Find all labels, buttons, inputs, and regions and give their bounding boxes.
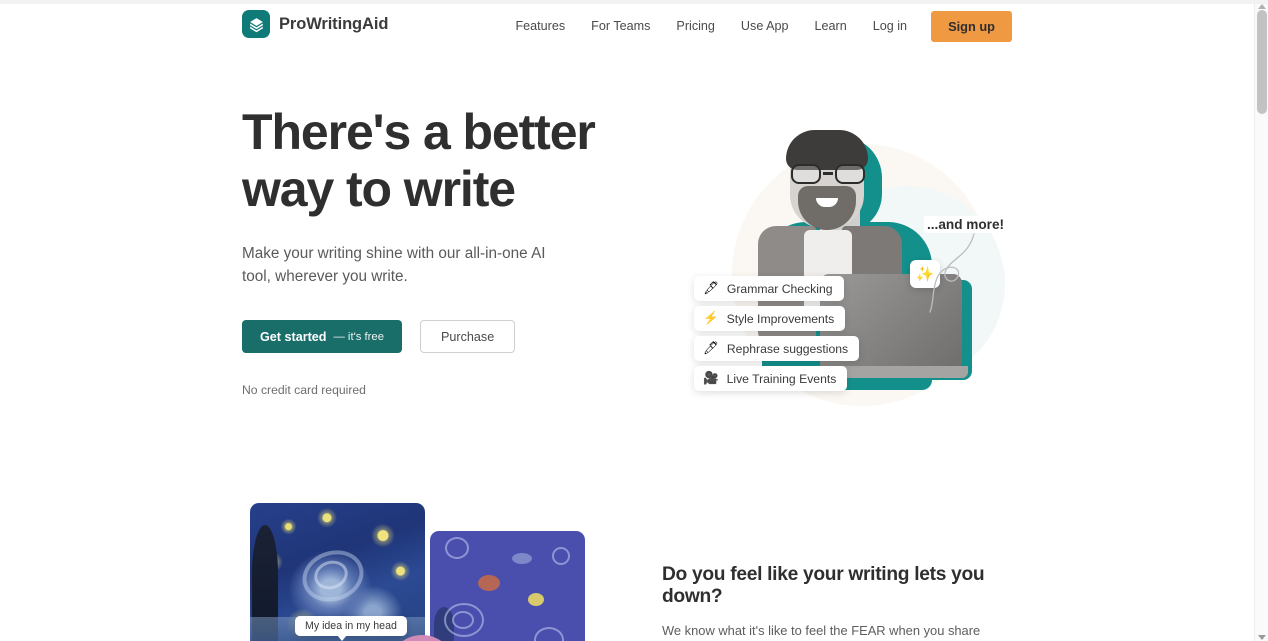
video-camera-icon: 🎥 <box>703 371 719 386</box>
section2-title: Do you feel like your writing lets you d… <box>662 564 985 607</box>
flat-blob-blue <box>512 553 532 564</box>
nav-item-pricing[interactable]: Pricing <box>663 13 728 39</box>
flat-blob-yellow <box>528 593 544 606</box>
hero-copy: There's a better way to write Make your … <box>242 104 642 397</box>
feature-pill-rephrase-suggestions: 🖊 Rephrase suggestions <box>694 336 860 361</box>
hero-title-line-1: There's a better <box>242 104 596 160</box>
simplified-artwork-image <box>430 531 585 641</box>
nav-item-log-in[interactable]: Log in <box>860 13 920 39</box>
glasses-lens-right <box>835 164 865 184</box>
book-stack-icon <box>242 10 270 38</box>
hero-section: There's a better way to write Make your … <box>0 48 1254 468</box>
writing-lets-you-down-section: My idea in my head Do you feel like your <box>0 468 1254 641</box>
idea-tooltip: My idea in my head <box>295 616 407 641</box>
nav-item-use-app[interactable]: Use App <box>728 13 802 39</box>
get-started-free-note: — it's free <box>333 330 385 343</box>
nav-item-learn[interactable]: Learn <box>802 13 860 39</box>
flat-spiral-2 <box>452 611 474 629</box>
hero-title: There's a better way to write <box>242 104 642 218</box>
section2-copy: Do you feel like your writing lets you d… <box>662 564 1034 641</box>
feature-pill-style-improvements: ⚡ Style Improvements <box>694 306 846 331</box>
no-credit-card-note: No credit card required <box>242 383 366 397</box>
flat-spiral-4 <box>445 537 469 559</box>
pen-icon: 🖊 <box>703 341 719 356</box>
page-viewport: ProWritingAid Features For Teams Pricing… <box>0 4 1254 641</box>
sign-up-button[interactable]: Sign up <box>931 10 1012 42</box>
feature-pill-live-training-events: 🎥 Live Training Events <box>694 366 848 391</box>
flat-spiral-3 <box>534 627 564 641</box>
site-header: ProWritingAid Features For Teams Pricing… <box>0 4 1254 48</box>
scrollbar-thumb[interactable] <box>1257 10 1267 114</box>
section2-body: We know what it's like to feel the FEAR … <box>662 623 981 638</box>
page-root: ProWritingAid Features For Teams Pricing… <box>0 0 1268 641</box>
nav-item-for-teams[interactable]: For Teams <box>578 13 663 39</box>
glasses-lens-left <box>791 164 821 184</box>
nav-item-features[interactable]: Features <box>502 13 578 39</box>
rocket-pen-icon: 🖋 <box>703 281 719 296</box>
feature-pill-label: Live Training Events <box>726 371 837 386</box>
lightning-icon: ⚡ <box>703 311 719 326</box>
main-navigation: Features For Teams Pricing Use App Learn… <box>502 4 1012 48</box>
flat-spiral-5 <box>552 547 570 565</box>
and-more-callout: ...and more! <box>924 216 1008 233</box>
hero-title-line-2: way to write <box>242 161 516 217</box>
feature-pill-label: Rephrase suggestions <box>726 341 849 356</box>
curly-arrow-icon <box>929 233 975 313</box>
scroll-up-arrow-icon[interactable] <box>1258 4 1266 9</box>
glasses-bridge <box>823 172 833 175</box>
get-started-label: Get started <box>260 329 327 344</box>
hero-actions: Get started — it's free Purchase <box>242 320 642 353</box>
feature-pill-label: Style Improvements <box>726 311 835 326</box>
purchase-button[interactable]: Purchase <box>420 320 516 353</box>
brand-logo-link[interactable]: ProWritingAid <box>242 10 388 38</box>
artwork-comparison: My idea in my head <box>250 503 590 641</box>
feature-pill-label: Grammar Checking <box>726 281 833 296</box>
scroll-down-arrow-icon[interactable] <box>1258 635 1266 640</box>
brand-name: ProWritingAid <box>279 14 389 33</box>
get-started-button[interactable]: Get started — it's free <box>242 320 402 353</box>
page-scrollbar[interactable] <box>1254 4 1268 641</box>
hero-subtitle: Make your writing shine with our all-in-… <box>242 245 546 285</box>
hero-illustration: ✨ ...and more! 🖋 Grammar Checking ⚡ Styl… <box>662 108 1032 448</box>
flat-blob-orange <box>478 575 500 591</box>
feature-pill-grammar-checking: 🖋 Grammar Checking <box>694 276 844 301</box>
glasses-icon <box>790 164 866 184</box>
